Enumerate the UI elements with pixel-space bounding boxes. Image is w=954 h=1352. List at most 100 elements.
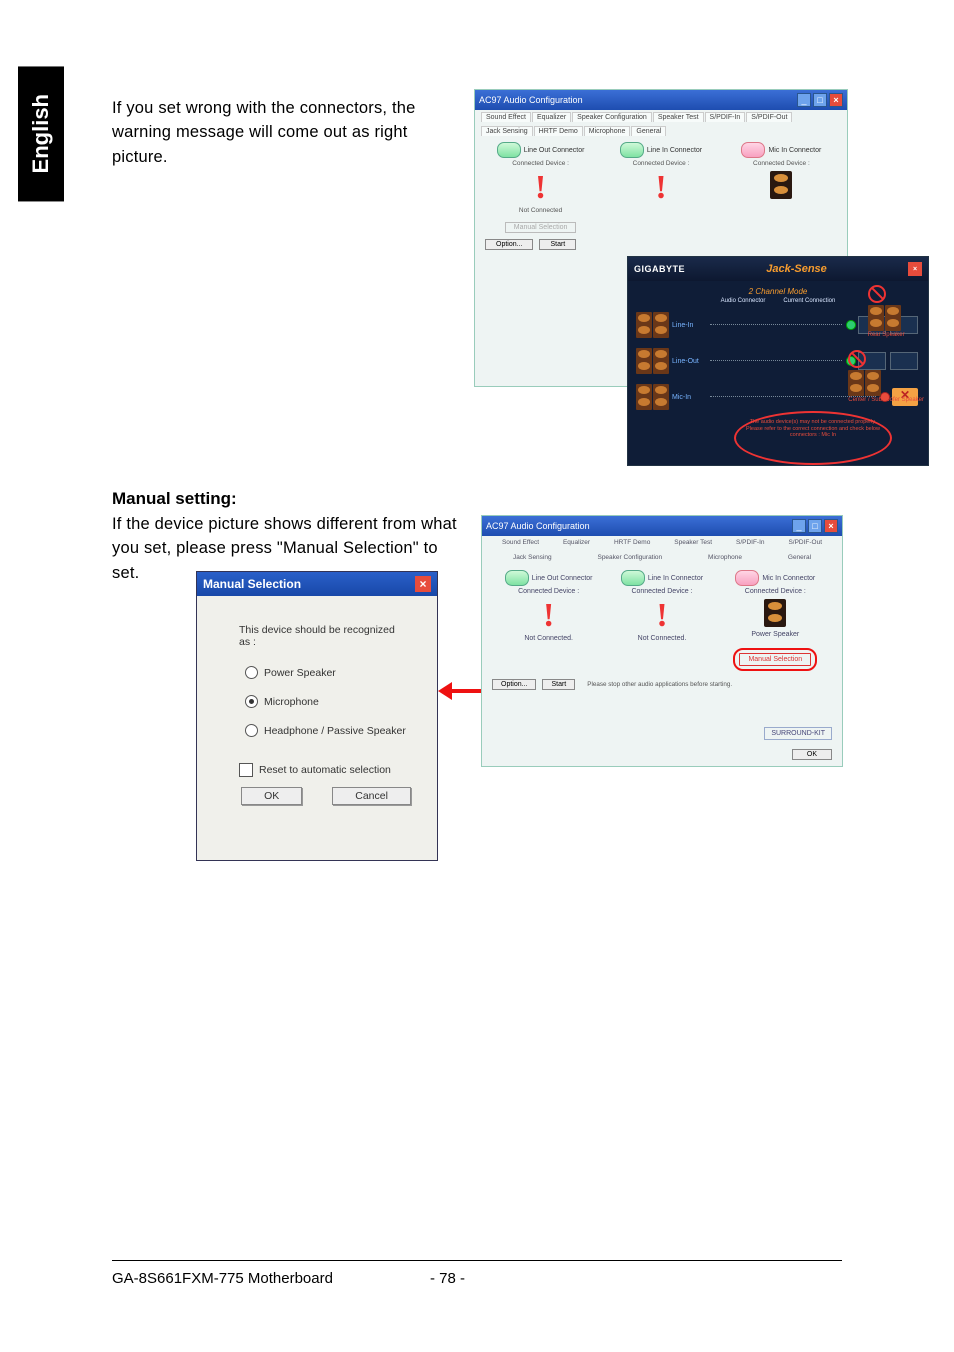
- speaker-icon: [770, 171, 792, 199]
- ac97-window-manual: AC97 Audio Configuration _ □ × Sound Eff…: [481, 515, 843, 767]
- ok-button[interactable]: OK: [792, 749, 832, 760]
- tab-sound-effect[interactable]: Sound Effect: [481, 112, 531, 122]
- speaker-pair-icon: [636, 384, 672, 410]
- maximize-button[interactable]: □: [808, 519, 822, 533]
- intro-text: If you set wrong with the connectors, th…: [112, 96, 458, 169]
- checkbox-icon: [239, 763, 253, 777]
- tab-row-2: Jack Sensing Speaker Configuration Micro…: [482, 551, 842, 566]
- tab-jack-sensing[interactable]: Jack Sensing: [510, 553, 555, 562]
- jack-icon: [497, 142, 521, 158]
- tab-speaker-config2[interactable]: Speaker Configuration: [594, 553, 665, 562]
- side-tab-english: English: [18, 66, 64, 201]
- jack-sense-panel: GIGABYTE Jack-Sense × 2 Channel Mode Aud…: [627, 256, 929, 466]
- option-button[interactable]: Option...: [492, 679, 536, 690]
- close-button[interactable]: ×: [415, 576, 431, 592]
- close-button[interactable]: ×: [829, 93, 843, 107]
- mic-in-cell: Mic In Connector Connected Device :: [730, 142, 833, 233]
- tab-speaker-test[interactable]: Speaker Test: [671, 538, 715, 547]
- tab-hrtf[interactable]: HRTF Demo: [534, 126, 583, 136]
- tab-equalizer[interactable]: Equalizer: [560, 538, 593, 547]
- dialog-hint: This device should be recognized as :: [239, 624, 407, 648]
- radio-icon: [245, 666, 258, 679]
- manual-setting-heading: Manual setting:: [112, 489, 237, 509]
- manual-selection-button[interactable]: Manual Selection: [739, 653, 811, 666]
- minimize-button[interactable]: _: [792, 519, 806, 533]
- window-titlebar[interactable]: AC97 Audio Configuration _ □ ×: [475, 90, 847, 110]
- tab-row-2: Jack Sensing HRTF Demo Microphone Genera…: [475, 124, 847, 138]
- tab-general[interactable]: General: [631, 126, 666, 136]
- right-indicators: Rear Speaker Center / Subwoofer Speaker: [848, 285, 924, 403]
- window-title: AC97 Audio Configuration: [479, 95, 583, 105]
- jack-icon: [620, 142, 644, 158]
- surround-kit-button[interactable]: SURROUND-KIT: [764, 727, 832, 740]
- tab-equalizer[interactable]: Equalizer: [532, 112, 571, 122]
- cancel-button[interactable]: Cancel: [332, 787, 411, 805]
- checkbox-reset-auto[interactable]: Reset to automatic selection: [239, 763, 407, 777]
- jacksense-title: Jack-Sense: [766, 263, 827, 275]
- jack-icon: [621, 570, 645, 586]
- jacksense-header[interactable]: GIGABYTE Jack-Sense ×: [628, 257, 928, 281]
- bottom-toolbar: Option... Start Please stop other audio …: [482, 675, 842, 694]
- footer-page-number: - 78 -: [430, 1270, 465, 1287]
- ac97-window-warning: AC97 Audio Configuration _ □ × Sound Eff…: [474, 89, 848, 387]
- speaker-pair-icon: [636, 312, 672, 338]
- gigabyte-logo: GIGABYTE: [634, 264, 685, 274]
- tab-spdif-in[interactable]: S/PDIF-In: [705, 112, 746, 122]
- tab-general[interactable]: General: [785, 553, 814, 562]
- window-titlebar[interactable]: AC97 Audio Configuration _ □ ×: [482, 516, 842, 536]
- line-in-cell: Line In Connector Connected Device : !: [609, 142, 712, 233]
- start-button[interactable]: Start: [542, 679, 575, 690]
- dialog-title: Manual Selection: [203, 577, 301, 591]
- tab-jack-sensing[interactable]: Jack Sensing: [481, 126, 533, 136]
- tab-row-1: Sound Effect Equalizer Speaker Configura…: [475, 110, 847, 124]
- warning-icon: !: [489, 171, 592, 205]
- jack-icon: [735, 570, 759, 586]
- radio-microphone[interactable]: Microphone: [245, 695, 407, 708]
- speaker-icon: [764, 599, 786, 627]
- tab-speaker-test[interactable]: Speaker Test: [653, 112, 704, 122]
- window-title: AC97 Audio Configuration: [486, 521, 590, 531]
- warning-message: The audio device(s) may not be connected…: [734, 411, 892, 465]
- note-text: Please stop other audio applications bef…: [587, 681, 732, 688]
- mic-in-cell: Mic In Connector Connected Device : Powe…: [724, 570, 826, 671]
- manual-selection-disabled: Manual Selection: [505, 222, 577, 233]
- close-button[interactable]: ×: [908, 262, 922, 276]
- jack-icon: [741, 142, 765, 158]
- warning-icon: !: [611, 599, 713, 633]
- tab-microphone[interactable]: Microphone: [705, 553, 745, 562]
- callout-highlight: Manual Selection: [733, 648, 817, 671]
- footer-model: GA-8S661FXM-775 Motherboard: [112, 1270, 333, 1287]
- tab-row-1: Sound Effect Equalizer HRTF Demo Speaker…: [482, 536, 842, 551]
- window-buttons: _ □ ×: [792, 519, 838, 533]
- prohibit-icon: [848, 350, 866, 368]
- radio-icon: [245, 724, 258, 737]
- tab-speaker-config[interactable]: HRTF Demo: [611, 538, 653, 547]
- prohibit-icon: [868, 285, 886, 303]
- dialog-titlebar[interactable]: Manual Selection ×: [197, 572, 437, 596]
- footer-divider: [112, 1260, 842, 1261]
- radio-headphone[interactable]: Headphone / Passive Speaker: [245, 724, 407, 737]
- tab-spdif-out[interactable]: S/PDIF-Out: [785, 538, 825, 547]
- option-button[interactable]: Option...: [485, 239, 533, 250]
- maximize-button[interactable]: □: [813, 93, 827, 107]
- tab-speaker-config[interactable]: Speaker Configuration: [572, 112, 652, 122]
- ok-button[interactable]: OK: [241, 787, 302, 805]
- window-buttons: _ □ ×: [797, 93, 843, 107]
- line-out-cell: Line Out Connector Connected Device : ! …: [498, 570, 600, 671]
- close-button[interactable]: ×: [824, 519, 838, 533]
- radio-icon-selected: [245, 695, 258, 708]
- start-button[interactable]: Start: [539, 239, 576, 250]
- tab-sound-effect[interactable]: Sound Effect: [499, 538, 542, 547]
- tab-spdif-in[interactable]: S/PDIF-In: [733, 538, 768, 547]
- jack-icon: [505, 570, 529, 586]
- warning-icon: !: [498, 599, 600, 633]
- tab-microphone[interactable]: Microphone: [584, 126, 631, 136]
- line-in-cell: Line In Connector Connected Device : ! N…: [611, 570, 713, 671]
- warning-icon: !: [609, 171, 712, 205]
- speaker-pair-icon: [636, 348, 672, 374]
- tab-spdif-out[interactable]: S/PDIF-Out: [746, 112, 792, 122]
- radio-power-speaker[interactable]: Power Speaker: [245, 666, 407, 679]
- minimize-button[interactable]: _: [797, 93, 811, 107]
- manual-selection-dialog: Manual Selection × This device should be…: [196, 571, 438, 861]
- line-out-cell: Line Out Connector Connected Device : ! …: [489, 142, 592, 233]
